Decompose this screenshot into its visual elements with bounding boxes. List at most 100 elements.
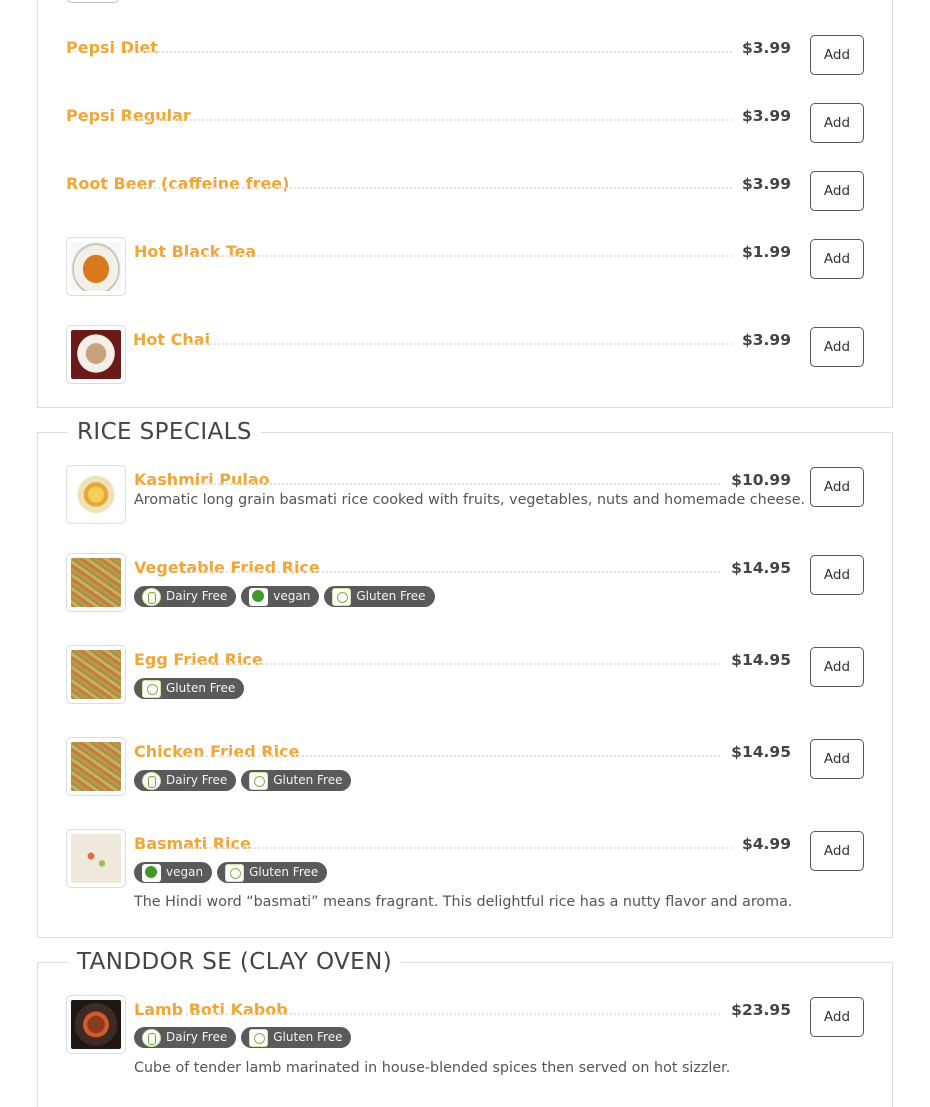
diet-tags: Dairy Free Gluten Free bbox=[134, 770, 352, 791]
item-thumbnail[interactable] bbox=[66, 829, 126, 888]
add-button[interactable]: Add bbox=[810, 103, 864, 143]
basmati-rice-photo-icon bbox=[71, 834, 121, 883]
dairy-free-icon bbox=[142, 1028, 161, 1047]
leader-dots bbox=[186, 755, 784, 757]
diet-tags: Dairy Free vegan Gluten Free bbox=[134, 586, 435, 607]
item-price: $3.99 bbox=[731, 105, 791, 127]
leader-dots bbox=[126, 51, 784, 53]
dairy-free-tag: Dairy Free bbox=[134, 1027, 237, 1048]
gluten-free-icon bbox=[249, 1028, 269, 1047]
item-name[interactable]: Root Beer (caffeine free) bbox=[66, 173, 302, 195]
item-name[interactable]: Lamb Boti Kabob bbox=[134, 999, 300, 1021]
tag-label: Gluten Free bbox=[273, 773, 343, 787]
leader-dots bbox=[186, 343, 784, 345]
tag-label: Dairy Free bbox=[166, 589, 228, 603]
diet-tags: Dairy Free Gluten Free bbox=[134, 1027, 352, 1048]
diet-tags: Gluten Free bbox=[134, 678, 245, 699]
tag-label: vegan bbox=[273, 589, 311, 603]
section-title: RICE SPECIALS bbox=[68, 418, 261, 446]
chai-cup-photo-icon bbox=[71, 330, 121, 379]
leader-dots bbox=[186, 483, 784, 485]
item-name[interactable]: Kashmiri Pulao bbox=[134, 469, 282, 491]
gluten-free-icon bbox=[249, 771, 269, 790]
add-button[interactable]: Add bbox=[810, 467, 864, 507]
item-price: $10.99 bbox=[721, 469, 791, 491]
tag-label: Gluten Free bbox=[273, 1030, 343, 1044]
add-button[interactable]: Add bbox=[810, 647, 864, 687]
dairy-free-icon bbox=[142, 771, 161, 790]
item-price: $4.99 bbox=[731, 833, 791, 855]
fried-rice-photo-icon bbox=[71, 742, 121, 791]
leader-dots bbox=[186, 663, 784, 665]
dairy-free-tag: Dairy Free bbox=[134, 770, 237, 791]
item-name[interactable]: Hot Chai bbox=[133, 329, 223, 351]
gluten-free-icon bbox=[332, 587, 352, 606]
lamb-kabob-photo-icon bbox=[71, 1000, 121, 1049]
fried-rice-photo-icon bbox=[71, 558, 121, 607]
item-name[interactable]: Pepsi Regular bbox=[66, 105, 203, 127]
item-description: Aromatic long grain basmati rice cooked … bbox=[134, 492, 806, 508]
gluten-free-tag: Gluten Free bbox=[324, 586, 435, 607]
item-name[interactable]: Pepsi Diet bbox=[66, 37, 170, 59]
leader-dots bbox=[186, 571, 784, 573]
item-price: $3.99 bbox=[731, 37, 791, 59]
tag-label: Gluten Free bbox=[166, 681, 236, 695]
tag-label: Gluten Free bbox=[356, 589, 426, 603]
tag-label: Gluten Free bbox=[249, 865, 319, 879]
item-thumbnail[interactable] bbox=[66, 645, 126, 704]
add-button[interactable]: Add bbox=[810, 831, 864, 871]
vegan-icon bbox=[249, 587, 269, 606]
item-price: $14.95 bbox=[721, 557, 791, 579]
item-price: $3.99 bbox=[731, 173, 791, 195]
add-button[interactable]: Add bbox=[810, 555, 864, 595]
item-thumbnail[interactable] bbox=[66, 237, 126, 296]
add-button[interactable]: Add bbox=[810, 739, 864, 779]
tandoor-section: TANDDOR SE (CLAY OVEN) Lamb Boti Kabob $… bbox=[37, 948, 893, 1107]
item-thumbnail[interactable] bbox=[66, 325, 126, 384]
vegan-icon bbox=[142, 863, 161, 882]
gluten-free-icon bbox=[142, 679, 161, 698]
diet-tags: vegan Gluten Free bbox=[134, 862, 328, 883]
gluten-free-tag: Gluten Free bbox=[217, 862, 328, 883]
item-name[interactable]: Chicken Fried Rice bbox=[134, 741, 312, 763]
dairy-free-icon bbox=[142, 587, 161, 606]
item-thumbnail[interactable] bbox=[66, 995, 126, 1054]
item-price: $1.99 bbox=[731, 241, 791, 263]
tag-label: Dairy Free bbox=[166, 1030, 228, 1044]
add-button[interactable]: Add bbox=[810, 239, 864, 279]
leader-dots bbox=[186, 255, 784, 257]
dairy-free-tag: Dairy Free bbox=[134, 586, 237, 607]
tea-cup-photo-icon bbox=[71, 242, 121, 291]
item-thumbnail[interactable] bbox=[66, 465, 126, 524]
item-price: $14.95 bbox=[721, 741, 791, 763]
leader-dots bbox=[186, 1013, 784, 1015]
gluten-free-tag: Gluten Free bbox=[134, 678, 245, 699]
item-name[interactable]: Basmati Rice bbox=[134, 833, 263, 855]
gluten-free-icon bbox=[225, 863, 245, 882]
fried-rice-photo-icon bbox=[71, 650, 121, 699]
gluten-free-tag: Gluten Free bbox=[241, 770, 352, 791]
tag-label: Dairy Free bbox=[166, 773, 228, 787]
vegan-tag: vegan bbox=[134, 862, 213, 883]
item-name[interactable]: Hot Black Tea bbox=[134, 241, 269, 263]
tag-label: vegan bbox=[166, 865, 204, 879]
item-thumbnail[interactable] bbox=[66, 553, 126, 612]
item-description: Cube of tender lamb marinated in house-b… bbox=[134, 1060, 731, 1076]
rice-specials-section: RICE SPECIALS Kashmiri Pulao $10.99 Add … bbox=[37, 418, 893, 938]
pulao-photo-icon bbox=[71, 470, 121, 519]
item-price: $23.95 bbox=[721, 999, 791, 1021]
item-name[interactable]: Egg Fried Rice bbox=[134, 649, 275, 671]
item-thumbnail[interactable] bbox=[66, 737, 126, 796]
drinks-section: Pepsi Diet $3.99 Add Pepsi Regular $3.99… bbox=[37, 0, 893, 408]
item-price: $3.99 bbox=[731, 329, 791, 351]
leader-dots bbox=[126, 187, 784, 189]
item-name[interactable]: Vegetable Fried Rice bbox=[134, 557, 332, 579]
leader-dots bbox=[186, 847, 784, 849]
add-button[interactable]: Add bbox=[810, 997, 864, 1037]
vegan-tag: vegan bbox=[241, 586, 320, 607]
add-button[interactable]: Add bbox=[810, 327, 864, 367]
add-button[interactable]: Add bbox=[810, 171, 864, 211]
gluten-free-tag: Gluten Free bbox=[241, 1027, 352, 1048]
partial-add-button bbox=[67, 0, 119, 3]
add-button[interactable]: Add bbox=[810, 35, 864, 75]
